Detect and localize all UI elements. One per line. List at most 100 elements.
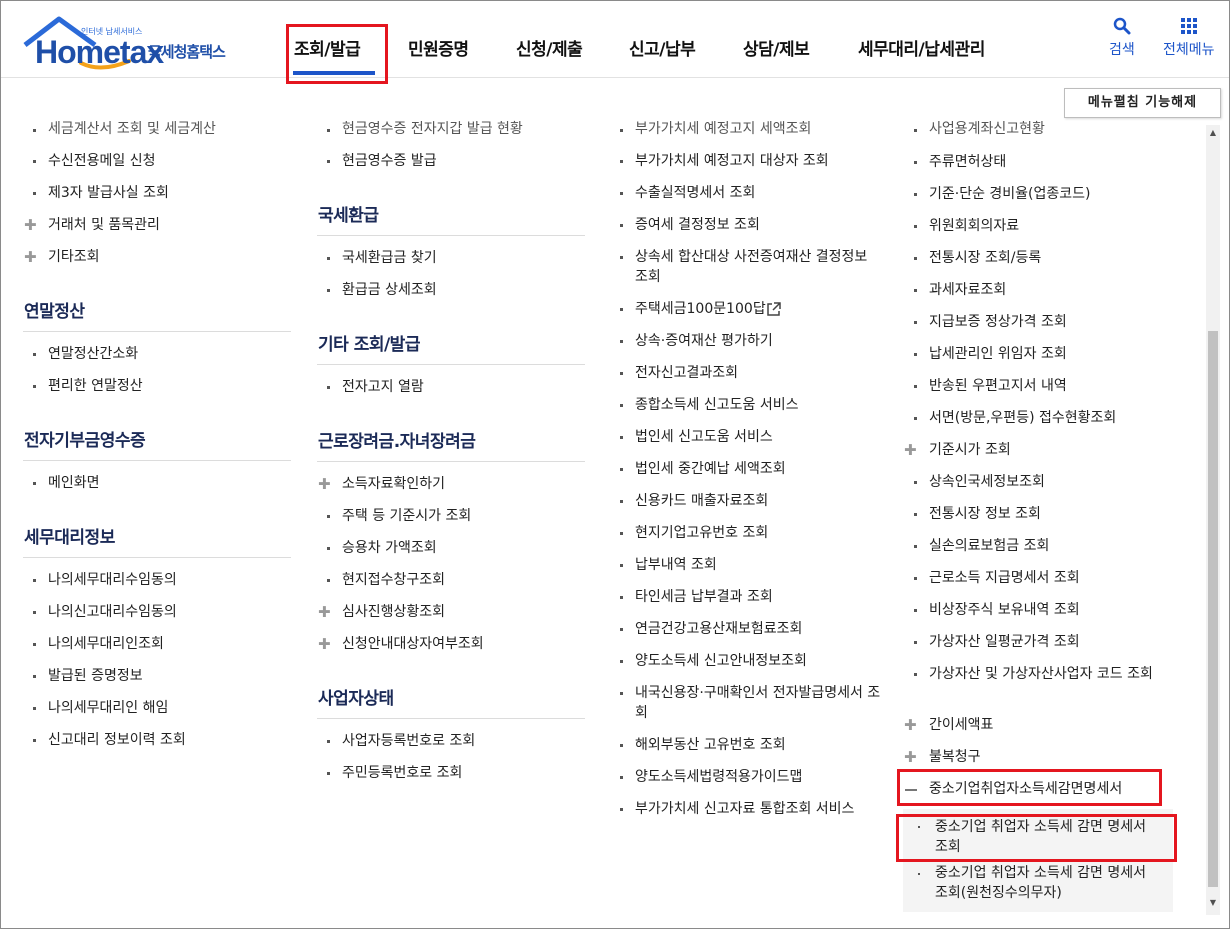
bullet [914,225,917,228]
nav-tax-agent[interactable]: 세무대리/납세관리 [858,35,985,60]
menu-item[interactable]: 제3자 발급사실 조회 [48,183,169,203]
menu-item[interactable]: 신청안내대상자여부조회 [342,634,484,654]
menu-item[interactable]: 납세관리인 위임자 조회 [929,344,1067,364]
menu-item[interactable]: 연금건강고용산재보험료조회 [635,619,802,639]
search-button[interactable]: 검색 [1109,17,1135,59]
section-title[interactable]: 국세환급 [318,201,379,226]
menu-item[interactable]: 비상장주식 보유내역 조회 [929,600,1080,620]
menu-item[interactable]: 신용카드 매출자료조회 [635,491,768,511]
menu-item[interactable]: 발급된 증명정보 [48,666,143,686]
menu-item[interactable]: 편리한 연말정산 [48,376,143,396]
menu-item-cut[interactable]: 부가가치세 예정고지 세액조회 [635,119,811,139]
menu-item[interactable]: 상속인국세정보조회 [929,472,1045,492]
menu-item[interactable]: 전통시장 조회/등록 [929,248,1041,268]
menu-item[interactable]: 현지기업고유번호 조회 [635,523,768,543]
full-menu-button[interactable]: 전체메뉴 [1163,17,1215,59]
menu-item[interactable]: 부가가치세 예정고지 대상자 조회 [635,151,829,171]
menu-item[interactable]: 주민등록번호로 조회 [342,763,462,783]
menu-item[interactable]: 국세환급금 찾기 [342,248,437,268]
menu-collapse-toggle-button[interactable]: 메뉴펼침 기능해제 [1064,88,1221,118]
menu-item[interactable]: 가상자산 및 가상자산사업자 코드 조회 [929,664,1167,684]
external-link-icon[interactable] [766,301,782,317]
menu-item[interactable]: 상속·증여재산 평가하기 [635,331,773,351]
bullet [33,353,36,356]
expand-plus-icon[interactable]: ✚ [318,477,331,492]
menu-item[interactable]: 나의세무대리인 해임 [48,698,168,718]
menu-item[interactable]: 증여세 결정정보 조회 [635,215,760,235]
menu-item[interactable]: 서면(방문,우편등) 접수현황조회 [929,408,1116,428]
menu-item[interactable]: 환급금 상세조회 [342,280,437,300]
menu-item[interactable]: 전자신고결과조회 [635,363,738,383]
bullet [33,385,36,388]
section-title[interactable]: 근로장려금.자녀장려금 [318,427,476,452]
menu-item[interactable]: 신고대리 정보이력 조회 [48,730,186,750]
expand-plus-icon[interactable]: ✚ [904,750,917,765]
menu-item[interactable]: 주택세금100문100답 [635,299,766,319]
menu-item[interactable]: 지급보증 정상가격 조회 [929,312,1067,332]
menu-item[interactable]: 기준시가 조회 [929,440,1011,460]
expand-plus-icon[interactable]: ✚ [24,218,37,233]
section-title[interactable]: 세무대리정보 [24,523,115,548]
menu-item[interactable]: 가상자산 일평균가격 조회 [929,632,1080,652]
menu-item[interactable]: 나의세무대리인조회 [48,634,164,654]
expand-plus-icon[interactable]: ✚ [318,605,331,620]
nav-consult-report[interactable]: 상담/제보 [743,35,810,60]
nav-report-pay[interactable]: 신고/납부 [629,35,696,60]
menu-item[interactable]: 연말정산간소화 [48,344,138,364]
menu-item[interactable]: 수출실적명세서 조회 [635,183,755,203]
scrollbar-thumb[interactable] [1208,331,1218,887]
menu-item[interactable]: 기타조회 [48,247,100,267]
submenu-item[interactable]: 중소기업 취업자 소득세 감면 명세서 조회(원천징수의무자) [935,863,1160,903]
menu-item[interactable]: 나의세무대리수임동의 [48,570,177,590]
menu-item[interactable]: 심사진행상황조회 [342,602,445,622]
expand-plus-icon[interactable]: ✚ [904,718,917,733]
expand-plus-icon[interactable]: ✚ [904,443,917,458]
menu-item[interactable]: 근로소득 지급명세서 조회 [929,568,1080,588]
menu-item[interactable]: 부가가치세 신고자료 통합조회 서비스 [635,799,854,819]
menu-item[interactable]: 수신전용메일 신청 [48,151,156,171]
menu-item[interactable]: 나의신고대리수임동의 [48,602,177,622]
menu-item[interactable]: 거래처 및 품목관리 [48,215,160,235]
menu-item[interactable]: 법인세 신고도움 서비스 [635,427,773,447]
section-title[interactable]: 연말정산 [24,297,85,322]
menu-item[interactable]: 실손의료보험금 조회 [929,536,1049,556]
menu-item[interactable]: 전통시장 정보 조회 [929,504,1041,524]
menu-item-cut[interactable]: 현금영수증 전자지갑 발급 현황 [342,119,523,139]
nav-civil-certificate[interactable]: 민원증명 [408,35,469,60]
expand-plus-icon[interactable]: ✚ [24,250,37,265]
menu-item[interactable]: 법인세 중간예납 세액조회 [635,459,786,479]
section-title[interactable]: 전자기부금영수증 [24,426,146,451]
menu-item[interactable]: 현지접수창구조회 [342,570,445,590]
menu-item-cut[interactable]: 사업용계좌신고현황 [929,119,1045,139]
scroll-up-icon[interactable]: ▲ [1208,129,1218,137]
hometax-logo[interactable]: 인터넷 납세서비스 Hometax 국세청홈택스 [21,15,251,71]
scroll-down-icon[interactable]: ▼ [1208,899,1218,907]
menu-item[interactable]: 주택 등 기준시가 조회 [342,506,471,526]
menu-item[interactable]: 위원회회의자료 [929,216,1019,236]
menu-item[interactable]: 사업자등록번호로 조회 [342,731,475,751]
menu-item[interactable]: 해외부동산 고유번호 조회 [635,735,786,755]
menu-item[interactable]: 메인화면 [48,473,100,493]
menu-item[interactable]: 주류면허상태 [929,152,1006,172]
menu-item[interactable]: 현금영수증 발급 [342,151,437,171]
expand-plus-icon[interactable]: ✚ [318,637,331,652]
menu-item[interactable]: 승용차 가액조회 [342,538,437,558]
menu-item[interactable]: 반송된 우편고지서 내역 [929,376,1067,396]
section-title[interactable]: 기타 조회/발급 [318,330,420,355]
menu-item[interactable]: 종합소득세 신고도움 서비스 [635,395,798,415]
menu-item[interactable]: 소득자료확인하기 [342,474,445,494]
menu-item[interactable]: 과세자료조회 [929,280,1006,300]
menu-item[interactable]: 양도소득세 신고안내정보조회 [635,651,807,671]
nav-apply-submit[interactable]: 신청/제출 [516,35,583,60]
menu-item[interactable]: 상속세 합산대상 사전증여재산 결정정보 조회 [635,247,883,287]
menu-item[interactable]: 납부내역 조회 [635,555,717,575]
menu-item[interactable]: 간이세액표 [929,715,993,735]
menu-item[interactable]: 양도소득세법령적용가이드맵 [635,767,802,787]
section-title[interactable]: 사업자상태 [318,684,394,709]
menu-item[interactable]: 전자고지 열람 [342,377,424,397]
menu-item[interactable]: 불복청구 [929,747,981,767]
menu-item[interactable]: 타인세금 납부결과 조회 [635,587,773,607]
menu-item[interactable]: 기준·단순 경비율(업종코드) [929,184,1091,204]
menu-item[interactable]: 내국신용장·구매확인서 전자발급명세서 조회 [635,683,883,723]
menu-item-cut[interactable]: 세금계산서 조회 및 세금계산 [48,119,216,139]
